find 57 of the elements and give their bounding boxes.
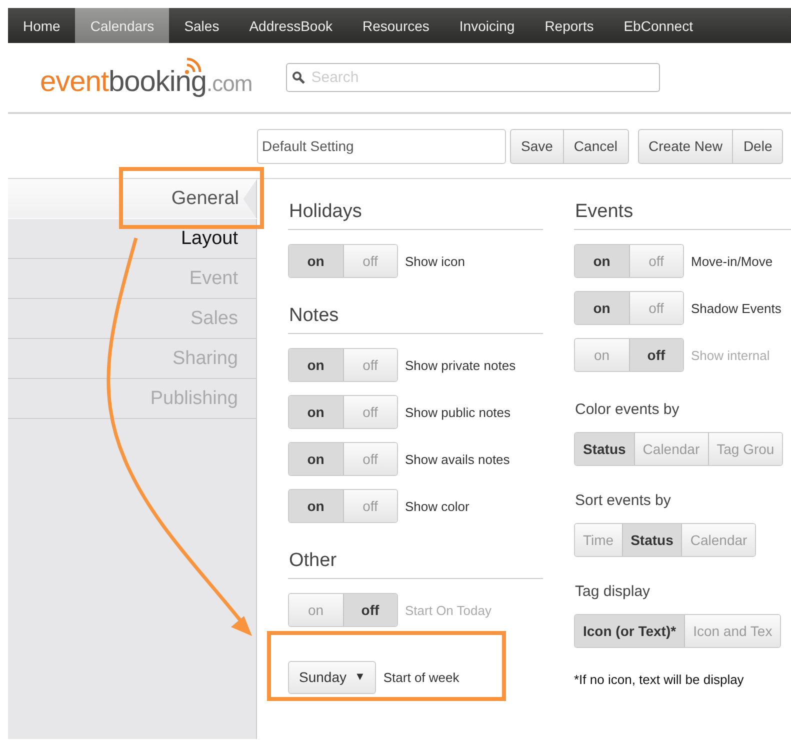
nav-tab[interactable]: Reports (530, 8, 609, 43)
section-heading: Holidays (288, 179, 543, 230)
segment-option[interactable]: Status (575, 433, 634, 465)
toggle-switch[interactable]: on off (288, 348, 398, 382)
setting-label: Show internal (691, 348, 770, 362)
weekday-dropdown[interactable]: Sunday ▼ (288, 660, 376, 694)
on-option[interactable]: on (289, 245, 342, 277)
logo: eventbooking.com (40, 56, 252, 100)
on-option[interactable]: on (289, 490, 342, 522)
off-option[interactable]: off (342, 594, 397, 626)
segment-option[interactable]: Status (622, 524, 682, 556)
on-option[interactable]: on (289, 396, 342, 428)
toolbar-button[interactable]: Save (510, 128, 564, 164)
nav-tab[interactable]: Invoicing (444, 8, 530, 43)
setting-label: Show public notes (405, 404, 511, 420)
setting-label: Show avails notes (405, 452, 510, 466)
section-heading: Notes (288, 291, 543, 334)
toggle-switch[interactable]: on off (288, 593, 398, 627)
toggle-switch[interactable]: on off (288, 244, 398, 278)
toggle-switch[interactable]: on off (574, 244, 684, 278)
section-heading: Events (574, 179, 791, 230)
setting-name-field[interactable]: Default Setting (257, 128, 506, 164)
nav-tab[interactable]: AddressBook (234, 8, 348, 43)
on-option[interactable]: on (575, 292, 628, 324)
setting-label: Move-in/Move (691, 254, 773, 268)
toggle-switch[interactable]: on off (288, 489, 398, 523)
nav-tab[interactable]: Sales (169, 8, 234, 43)
setting-label: Shadow Events (691, 300, 782, 316)
setting-label: Show icon (405, 254, 465, 268)
toolbar-button[interactable]: Create New (638, 128, 734, 164)
section-heading: Other (288, 536, 543, 579)
nav-tab[interactable]: Resources (348, 8, 444, 43)
toolbar-button[interactable]: Dele (732, 128, 784, 164)
setting-label: Start On Today (405, 602, 492, 618)
setting-label: Color events by (575, 401, 680, 418)
footnote: *If no icon, text will be display (574, 672, 745, 687)
toggle-switch[interactable]: on off (288, 395, 398, 429)
sidebar-item[interactable]: Layout (8, 219, 256, 259)
setting-label: Show color (405, 498, 470, 514)
toggle-switch[interactable]: on off (574, 291, 684, 325)
setting-label: Tag display (575, 583, 652, 600)
setting-label: Sort events by (575, 492, 672, 509)
search-icon (292, 71, 306, 84)
toggle-switch[interactable]: on off (288, 442, 398, 476)
nav-tab[interactable]: Home (8, 8, 76, 43)
segment-option[interactable]: Icon (or Text)* (575, 615, 684, 647)
off-option[interactable]: off (628, 339, 683, 371)
toolbar-button[interactable]: Cancel (562, 128, 629, 164)
toggle-switch[interactable]: on off (574, 338, 684, 372)
nav-tab[interactable]: EbConnect (608, 8, 708, 43)
on-option[interactable]: on (289, 443, 342, 475)
setting-label: Show private notes (405, 358, 516, 372)
setting-label: Start of week (383, 670, 460, 684)
sidebar-item[interactable]: General (8, 179, 257, 219)
on-option[interactable]: on (289, 349, 342, 381)
caret-icon: ▼ (354, 671, 366, 683)
on-option[interactable]: on (575, 245, 628, 277)
